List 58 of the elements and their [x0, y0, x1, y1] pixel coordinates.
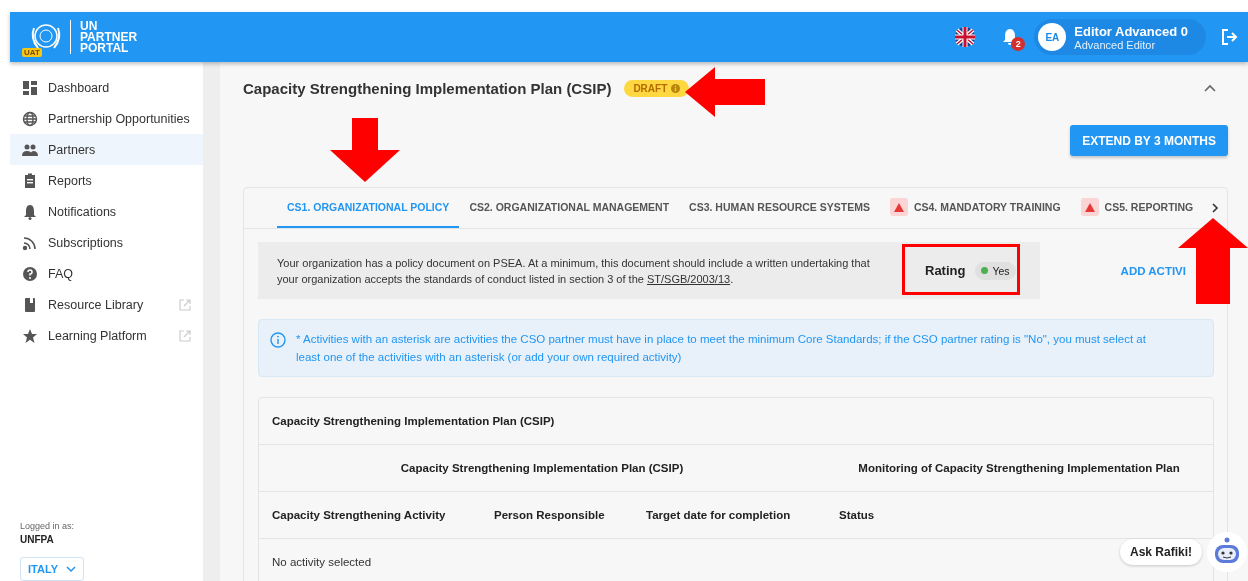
- sidebar-item[interactable]: Reports: [10, 165, 203, 196]
- group-header: Monitoring of Capacity Strengthening Implementation Plan: [857, 462, 1181, 474]
- bell-icon: [22, 203, 38, 220]
- user-role: Advanced Editor: [1074, 38, 1157, 51]
- chevron-right-icon[interactable]: [1212, 203, 1219, 213]
- robot-icon[interactable]: [1206, 531, 1248, 573]
- column-header: Status: [839, 509, 876, 521]
- flag-icon[interactable]: [954, 26, 977, 48]
- assistant-button[interactable]: Ask Rafiki!: [1119, 539, 1202, 565]
- sidebar-item[interactable]: Partnership Opportunities: [10, 103, 203, 134]
- avatar: EA: [1038, 23, 1067, 51]
- sidebar-item[interactable]: Learning Platform: [10, 320, 203, 351]
- rating-label: Rating: [925, 263, 966, 278]
- sidebar-item[interactable]: Dashboard: [10, 72, 203, 103]
- tab[interactable]: CS4. MANDATORY TRAINING: [879, 188, 1071, 228]
- warning-icon: [889, 198, 908, 216]
- help-icon: [22, 265, 38, 282]
- info-text: * Activities with an asterisk are activities the CSO partner must have in place to meet the minimum Core Standards; if the CSO partner rating is "No", you must select at least one of the activities with an asterisk (or add your own required activity): [296, 332, 1147, 365]
- rating-chip: Yes: [975, 261, 1016, 280]
- tab[interactable]: CS2. ORGANIZATIONAL MANAGEMENT: [459, 188, 680, 228]
- info-icon: [270, 332, 286, 348]
- sidebar-item[interactable]: Partners: [10, 134, 203, 165]
- tab[interactable]: CS3. HUMAN RESOURCE SYSTEMS: [679, 188, 880, 228]
- sidebar-item[interactable]: Subscriptions: [10, 227, 203, 258]
- info-icon: [671, 83, 681, 93]
- logo-text: PORTAL: [80, 42, 129, 54]
- status-badge: DRAFT: [624, 79, 690, 97]
- sidebar-item[interactable]: FAQ: [10, 258, 203, 289]
- column-header: Capacity Strengthening Activity: [272, 509, 447, 521]
- logo-text: PARTNER: [80, 31, 138, 43]
- sidebar-item[interactable]: Notifications: [10, 196, 203, 227]
- collapse-icon[interactable]: [1204, 84, 1216, 92]
- group-header: Capacity Strengthening Implementation Plan (CSIP): [399, 462, 685, 474]
- annotation-arrow: [330, 118, 400, 182]
- logo-text: UN: [80, 20, 98, 32]
- dashboard-icon: [22, 79, 38, 96]
- environment-badge: UAT: [22, 48, 42, 57]
- logout-icon[interactable]: [1220, 28, 1238, 46]
- logged-in-label: Logged in as:: [20, 521, 76, 531]
- globe-icon: [22, 110, 38, 127]
- table-title: Capacity Strengthening Implementation Plan (CSIP): [272, 415, 555, 427]
- user-chip[interactable]: EA Editor Advanced 0 Advanced Editor: [1034, 19, 1206, 55]
- chevron-down-icon: [65, 566, 76, 572]
- notification-badge: 2: [1011, 37, 1026, 51]
- table-cell: No activity selected: [272, 556, 372, 568]
- sidebar-item[interactable]: Resource Library: [10, 289, 203, 320]
- clipboard-icon: [22, 172, 38, 189]
- organization-name: UNFPA: [20, 534, 55, 545]
- warning-icon: [1080, 198, 1099, 216]
- column-header: Person Responsible: [494, 509, 606, 521]
- section-title: Capacity Strengthening Implementation Plan (CSIP): [243, 79, 612, 97]
- book-icon: [22, 296, 38, 313]
- feed-icon: [22, 234, 38, 251]
- standard-description: Your organization has a policy document on PSEA. At a minimum, this document should include a written undertaking that your organization accepts the standards of conduct listed in section 3 of the ST/SGB/2003/13.: [258, 242, 895, 299]
- column-header: Target date for completion: [646, 509, 792, 521]
- star-icon: [22, 327, 38, 344]
- user-name: Editor Advanced 0: [1074, 23, 1188, 39]
- tab[interactable]: CS5. REPORTING: [1070, 188, 1204, 228]
